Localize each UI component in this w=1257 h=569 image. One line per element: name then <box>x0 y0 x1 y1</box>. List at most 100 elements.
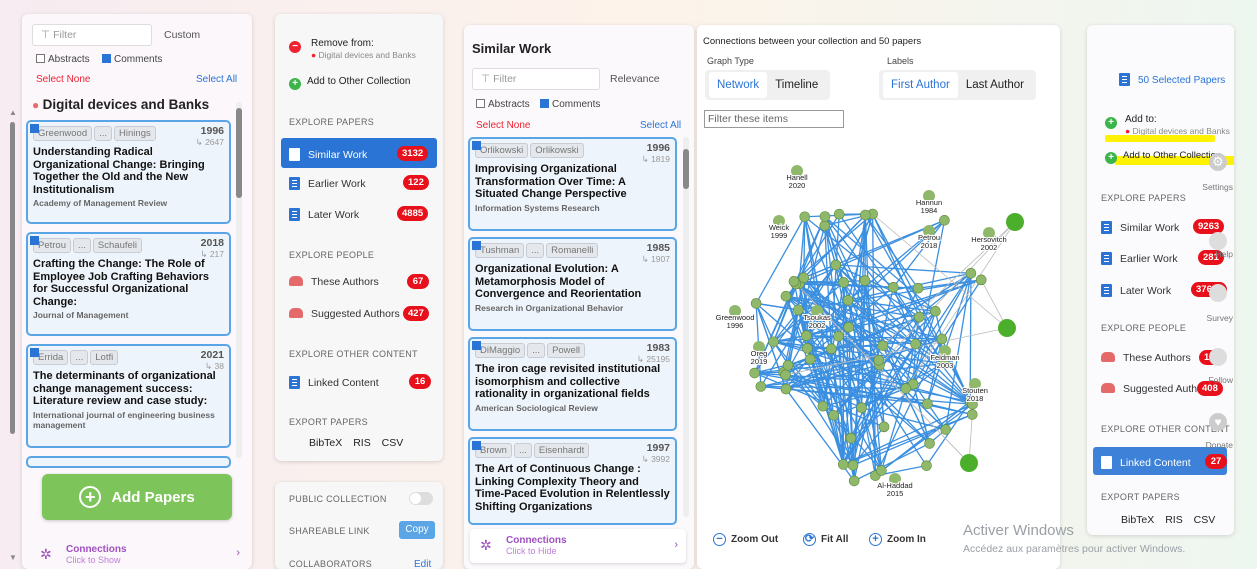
network-tab[interactable]: Network <box>709 72 768 98</box>
edit-collaborators-link[interactable]: Edit <box>414 559 431 569</box>
zoom-in-button[interactable]: + Zoom In <box>869 533 926 546</box>
paper-card[interactable]: Errida... Lotfi 2021 ↳ 38 The determinants… <box>26 344 231 448</box>
author-chip[interactable]: Lotfi <box>90 350 119 365</box>
select-none-link[interactable]: Select None <box>36 74 90 85</box>
paper-title[interactable]: Improvising Organizational Transformatio… <box>475 163 670 201</box>
settings-gear-icon[interactable]: ⚙ <box>1209 153 1227 171</box>
export-ris[interactable]: RIS <box>1165 514 1183 526</box>
comments-toggle[interactable]: Comments <box>102 54 162 65</box>
export-csv[interactable]: CSV <box>1194 514 1216 526</box>
paper-checkbox[interactable] <box>30 236 39 245</box>
left-scroll-down[interactable]: ▼ <box>9 553 17 562</box>
add-to-other-collection-button[interactable]: + Add to Other Collection <box>1105 150 1221 164</box>
sort-select[interactable]: Custom <box>164 29 200 41</box>
paper-card[interactable]: DiMaggio... Powell 1983 ↳ 25195 The iron c… <box>468 337 677 431</box>
comments-checkbox[interactable] <box>540 99 549 108</box>
scrollbar[interactable] <box>236 102 242 458</box>
abstracts-checkbox[interactable] <box>476 99 485 108</box>
author-chip[interactable]: Powell <box>547 343 586 358</box>
follow-icon[interactable] <box>1209 348 1227 366</box>
these-authors-item[interactable]: These Authors <box>289 276 379 288</box>
last-author-tab[interactable]: Last Author <box>958 72 1032 98</box>
graph-filter-input[interactable]: Filter these items <box>704 110 844 128</box>
author-chip[interactable]: ... <box>94 126 113 141</box>
add-papers-button[interactable]: + Add Papers <box>42 474 232 520</box>
author-chip[interactable]: Greenwood <box>33 126 93 141</box>
author-chip[interactable]: Orlikowski <box>530 143 584 158</box>
author-chip[interactable]: Schaufeli <box>92 238 143 253</box>
sort-select[interactable]: Relevance <box>610 73 660 85</box>
paper-title[interactable]: The Art of Continuous Change : Linking C… <box>475 463 670 513</box>
author-chip[interactable]: DiMaggio <box>475 343 526 358</box>
paper-title[interactable]: Understanding Radical Organizational Cha… <box>33 146 224 196</box>
connections-toggle[interactable]: ✲ Connections Click to Show › <box>40 544 240 568</box>
donate-heart-icon[interactable]: ♥ <box>1209 413 1227 431</box>
survey-icon[interactable] <box>1209 284 1227 302</box>
zoom-out-button[interactable]: − Zoom Out <box>713 533 778 546</box>
author-chip[interactable]: ... <box>527 343 546 358</box>
suggested-authors-item[interactable]: Suggested Authors <box>1101 383 1212 395</box>
export-csv[interactable]: CSV <box>382 437 404 449</box>
paper-card[interactable]: Orlikowski Orlikowski 1996 ↳ 1819 Improvis… <box>468 137 677 231</box>
paper-card[interactable]: Petrou... Schaufeli 2018 ↳ 217 Crafting th… <box>26 232 231 336</box>
paper-checkbox[interactable] <box>30 348 39 357</box>
comments-toggle[interactable]: Comments <box>540 99 600 110</box>
paper-title[interactable]: The iron cage revisited institutional is… <box>475 363 670 401</box>
similar-filter-input[interactable]: ⊤ Filter <box>472 68 600 90</box>
add-to-other-collection-button[interactable]: + Add to Other Collection <box>289 76 410 90</box>
first-author-tab[interactable]: First Author <box>883 72 958 98</box>
later-work-item[interactable]: Later Work <box>289 208 359 221</box>
paper-title[interactable]: Crafting the Change: The Role of Employe… <box>33 258 224 308</box>
paper-checkbox[interactable] <box>472 141 481 150</box>
left-scrollbar[interactable] <box>10 122 15 434</box>
export-ris[interactable]: RIS <box>353 437 371 449</box>
help-icon[interactable] <box>1209 232 1227 250</box>
author-chip[interactable]: Eisenhardt <box>533 443 590 458</box>
network-graph[interactable]: Hanell 2020 Hannun 1984 Weick 1999 Petrou 2018 H… <box>697 130 1060 530</box>
paper-title[interactable]: The determinants of organizational chang… <box>33 370 224 408</box>
author-chip[interactable]: ... <box>73 238 91 253</box>
author-chip[interactable]: ... <box>526 243 545 258</box>
select-none-link[interactable]: Select None <box>476 120 530 131</box>
scrollbar[interactable] <box>683 137 689 517</box>
linked-content-item[interactable]: Linked Content <box>289 376 379 389</box>
paper-card[interactable]: Greenwood... Hinings 1996 ↳ 2647 Understan… <box>26 120 231 224</box>
remove-from-button[interactable]: − Remove from: ● Digital devices and Ban… <box>289 38 416 60</box>
earlier-work-item[interactable]: Earlier Work <box>1101 252 1178 265</box>
author-chip[interactable]: Orlikowski <box>475 143 529 158</box>
abstracts-checkbox[interactable] <box>36 54 45 63</box>
paper-card[interactable]: Brown... Eisenhardt 1997 ↳ 3992 The Art of… <box>468 437 677 525</box>
paper-checkbox[interactable] <box>30 124 39 133</box>
fit-all-button[interactable]: ⟳ Fit All <box>803 533 848 546</box>
similar-work-item[interactable]: Similar Work <box>1101 221 1179 234</box>
paper-title[interactable]: Organizational Evolution: A Metamorphosi… <box>475 263 670 301</box>
author-chip[interactable]: Romanelli <box>546 243 599 258</box>
timeline-tab[interactable]: Timeline <box>767 72 826 98</box>
later-work-item[interactable]: Later Work <box>1101 284 1171 297</box>
copy-button[interactable]: Copy <box>399 521 435 539</box>
these-authors-item[interactable]: These Authors <box>1101 352 1191 364</box>
author-chip[interactable]: ... <box>70 350 89 365</box>
select-all-link[interactable]: Select All <box>640 120 681 131</box>
comments-checkbox[interactable] <box>102 54 111 63</box>
add-to-button[interactable]: + Add to: ● Digital devices and Banks <box>1105 114 1230 136</box>
public-collection-toggle[interactable] <box>409 492 433 505</box>
earlier-work-item[interactable]: Earlier Work <box>289 177 366 190</box>
paper-card[interactable] <box>26 456 231 468</box>
paper-checkbox[interactable] <box>472 241 481 250</box>
selected-papers-button[interactable]: 50 Selected Papers <box>1119 73 1225 86</box>
export-bibtex[interactable]: BibTeX <box>1121 514 1154 526</box>
select-all-link[interactable]: Select All <box>196 74 237 85</box>
connections-toggle[interactable]: ✲ Connections Click to Hide › <box>470 529 686 563</box>
abstracts-toggle[interactable]: Abstracts <box>476 99 530 110</box>
paper-checkbox[interactable] <box>472 341 481 350</box>
collection-filter-input[interactable]: ⊤ Filter <box>32 24 152 46</box>
paper-card[interactable]: Tushman... Romanelli 1985 ↳ 1907 Organizat… <box>468 237 677 331</box>
abstracts-toggle[interactable]: Abstracts <box>36 54 90 65</box>
author-chip[interactable]: Hinings <box>114 126 156 141</box>
left-scroll-arrows[interactable]: ▲ <box>9 108 17 117</box>
suggested-authors-item[interactable]: Suggested Authors <box>289 308 400 320</box>
author-chip[interactable]: ... <box>513 443 532 458</box>
export-bibtex[interactable]: BibTeX <box>309 437 342 449</box>
author-chip[interactable]: Tushman <box>475 243 525 258</box>
